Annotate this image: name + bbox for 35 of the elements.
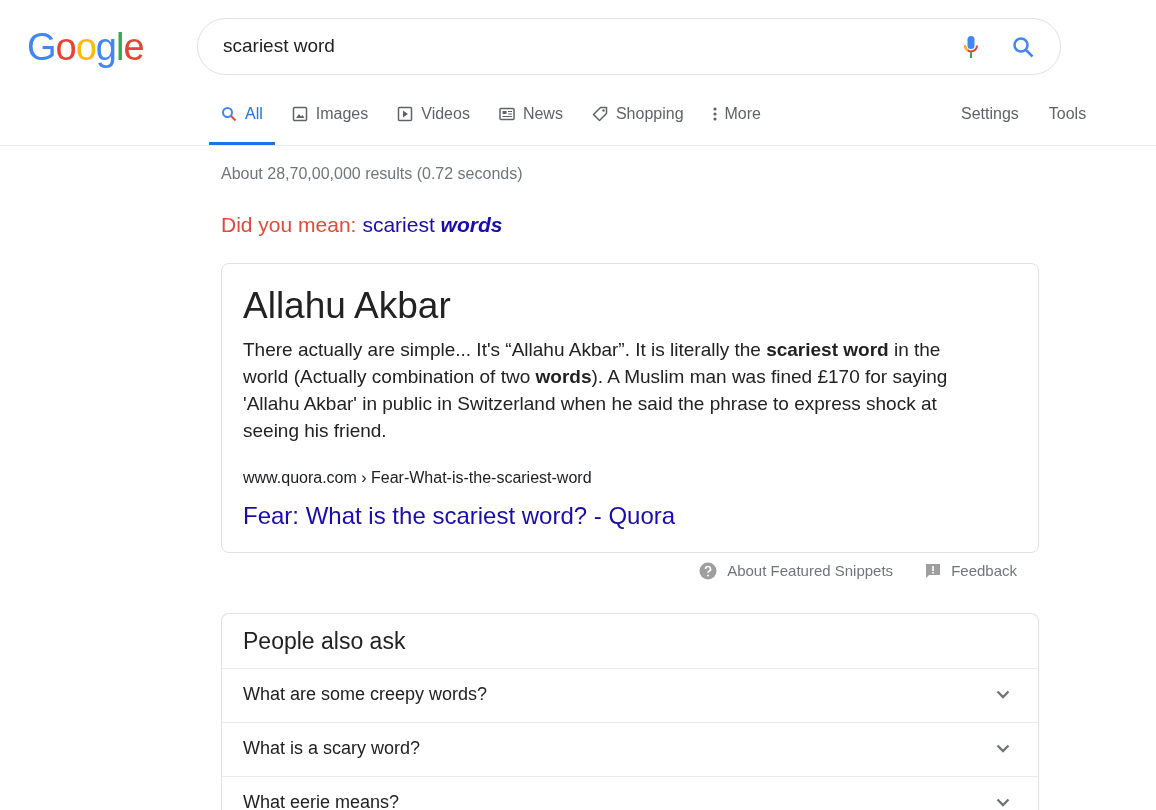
help-icon: [699, 561, 718, 580]
nav-tab[interactable]: News: [486, 98, 575, 145]
chevron-down-icon: [996, 798, 1010, 807]
footer-link[interactable]: Feedback: [925, 559, 1017, 582]
question-row[interactable]: What are some creepy words?: [222, 668, 1038, 722]
chevron-down-icon: [996, 744, 1010, 753]
feedback-icon: [925, 562, 942, 579]
snippet-title: Allahu Akbar: [243, 283, 452, 328]
footer-link[interactable]: About Featured Snippets: [699, 559, 894, 582]
snippet-text: There actually are simple... It's “Allahu Akbar”. It is literally the scariest word in the world (Actually combination of two words). A Muslim man was fined £170 for saying 'Allahu Akbar' in public in Switzerland when he said the phrase to express shock at seeing his friend.: [243, 337, 949, 443]
people-also-ask-title: People also ask: [242, 627, 407, 656]
newspaper-icon: [498, 106, 515, 122]
tools-link[interactable]: Tools: [1033, 102, 1102, 145]
chevron-down-icon: [996, 690, 1010, 699]
question-row[interactable]: What eerie means?: [222, 776, 1038, 810]
nav-tab[interactable]: Images: [279, 98, 381, 145]
image-icon: [291, 106, 308, 122]
microphone-icon[interactable]: [964, 34, 978, 59]
nav-tab[interactable]: All: [209, 98, 275, 145]
more-icon: [712, 106, 717, 122]
nav-tab[interactable]: More: [700, 98, 773, 145]
result-link[interactable]: Fear: What is the scariest word? - Quora: [243, 497, 1017, 534]
play-icon: [397, 106, 414, 122]
search-icon: [221, 106, 237, 122]
logo[interactable]: Google: [27, 27, 197, 66]
suggestion-link[interactable]: scariest words: [362, 209, 503, 241]
nav-tab[interactable]: Shopping: [579, 98, 696, 145]
nav-tab[interactable]: Videos: [385, 98, 482, 145]
result-stats: About 28,70,00,000 results (0.72 seconds): [221, 164, 524, 184]
tools-link[interactable]: Settings: [946, 102, 1034, 145]
question-row[interactable]: What is a scary word?: [222, 722, 1038, 776]
did-you-mean-label: Did you mean:: [221, 212, 357, 238]
search-icon[interactable]: [1012, 35, 1034, 58]
result-url: www.quora.com › Fear-What-is-the-scariest-word: [243, 467, 593, 488]
tag-icon: [591, 106, 608, 122]
